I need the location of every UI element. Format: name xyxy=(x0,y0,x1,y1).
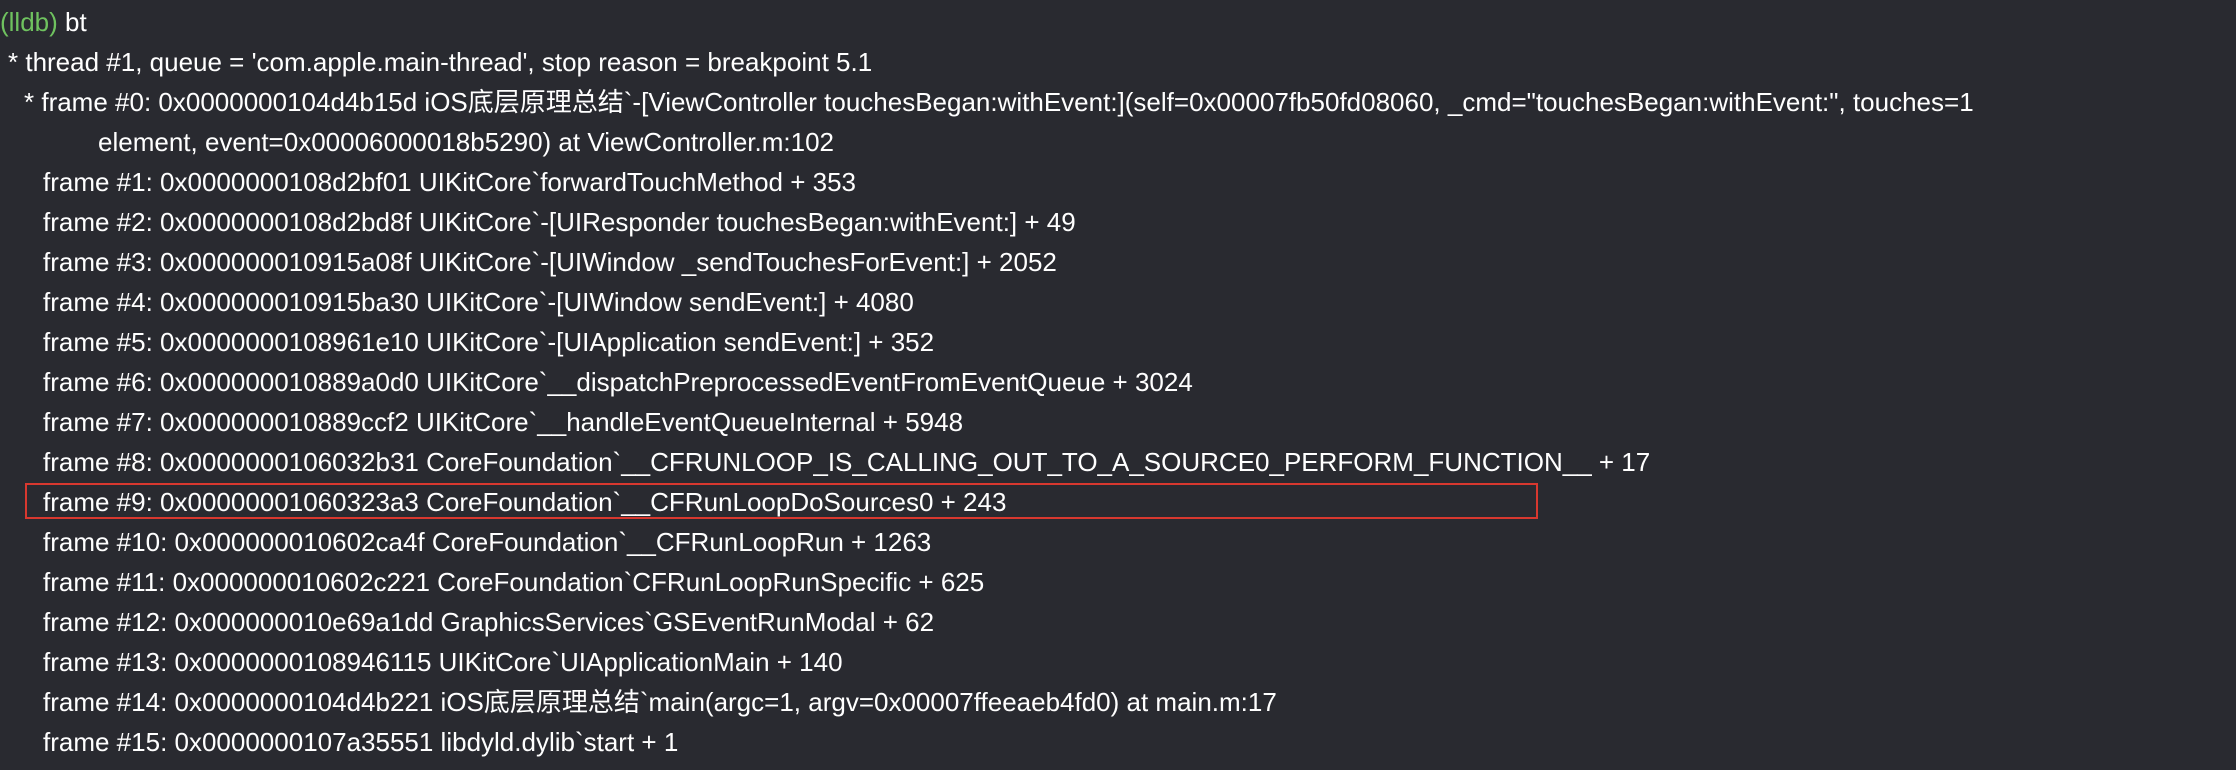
frame-13: frame #13: 0x0000000108946115 UIKitCore`… xyxy=(43,647,843,677)
prompt-line: (lldb) bt xyxy=(0,2,2236,42)
frame-0-continuation: element, event=0x00006000018b5290) at Vi… xyxy=(98,127,834,157)
lldb-console[interactable]: (lldb) bt * thread #1, queue = 'com.appl… xyxy=(0,0,2236,770)
frame-7: frame #7: 0x000000010889ccf2 UIKitCore`_… xyxy=(43,407,964,437)
frame-5: frame #5: 0x0000000108961e10 UIKitCore`-… xyxy=(43,327,935,357)
frame-0-line: * frame #0: 0x0000000104d4b15d iOS底层原理总结… xyxy=(24,87,1974,117)
frame-14: frame #14: 0x0000000104d4b221 iOS底层原理总结`… xyxy=(43,687,1277,717)
lldb-prompt: (lldb) xyxy=(0,7,58,37)
frame-8: frame #8: 0x0000000106032b31 CoreFoundat… xyxy=(43,447,1651,477)
command-text: bt xyxy=(57,7,87,37)
frame-10: frame #10: 0x000000010602ca4f CoreFounda… xyxy=(43,527,932,557)
frame-6: frame #6: 0x000000010889a0d0 UIKitCore`_… xyxy=(43,367,1193,397)
thread-line: * thread #1, queue = 'com.apple.main-thr… xyxy=(8,47,873,77)
frame-15: frame #15: 0x0000000107a35551 libdyld.dy… xyxy=(43,727,679,757)
frame-3: frame #3: 0x000000010915a08f UIKitCore`-… xyxy=(43,247,1057,277)
frame-1: frame #1: 0x0000000108d2bf01 UIKitCore`f… xyxy=(43,167,857,197)
frame-4: frame #4: 0x000000010915ba30 UIKitCore`-… xyxy=(43,287,914,317)
frame-11: frame #11: 0x000000010602c221 CoreFounda… xyxy=(43,567,985,597)
frame-9-highlighted: frame #9: 0x00000001060323a3 CoreFoundat… xyxy=(43,487,1007,517)
frame-2: frame #2: 0x0000000108d2bd8f UIKitCore`-… xyxy=(43,207,1076,237)
frame-12: frame #12: 0x000000010e69a1dd GraphicsSe… xyxy=(43,607,935,637)
